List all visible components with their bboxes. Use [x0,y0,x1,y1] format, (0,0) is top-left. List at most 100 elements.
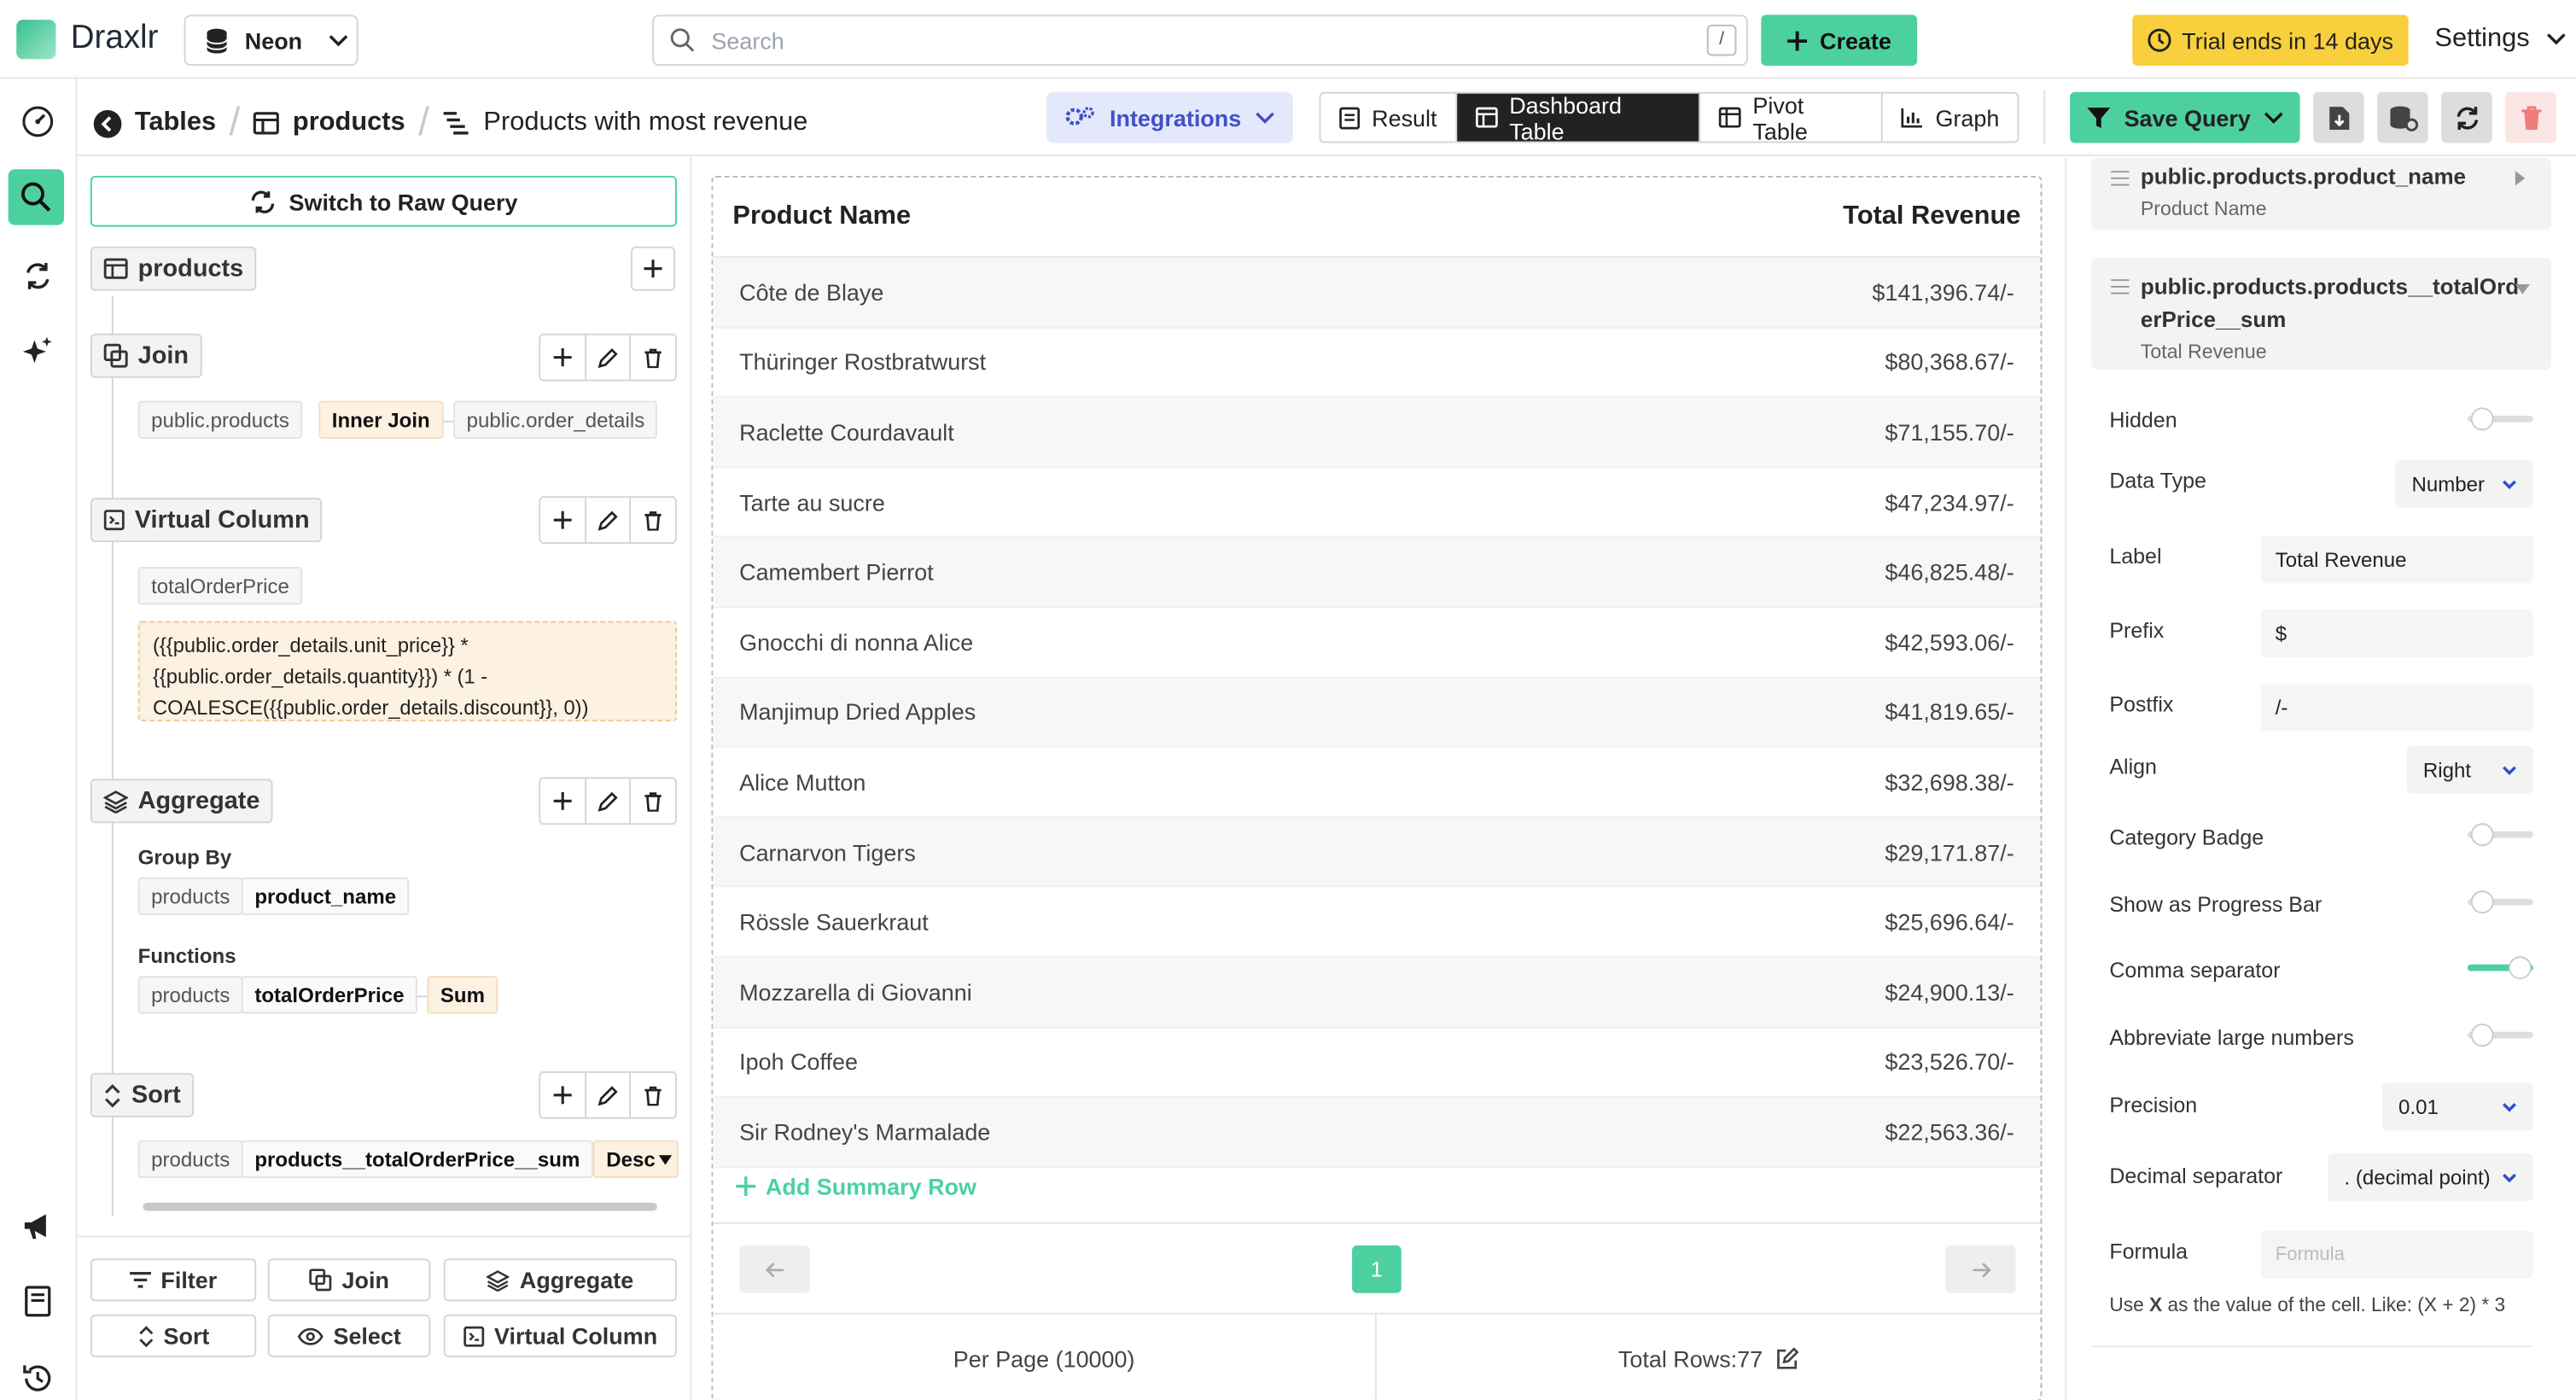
tab-pivot-table[interactable]: Pivot Table [1700,91,1883,143]
edit-pencil-icon[interactable] [586,335,632,380]
drag-handle-icon[interactable] [2111,279,2130,295]
prev-page-button[interactable] [739,1245,810,1293]
sync-icon[interactable] [15,253,61,299]
comma-separator-toggle[interactable] [2467,956,2533,980]
column-card-product-name[interactable]: public.products.product_name Product Nam… [2091,157,2552,230]
download-button[interactable] [2312,91,2364,143]
function-column[interactable]: totalOrderPrice [241,976,417,1014]
table-row[interactable]: Gnocchi di nonna Alice $42,593.06/- [713,608,2041,679]
add-filter-button[interactable]: Filter [90,1258,257,1302]
abbreviate-toggle[interactable] [2467,1024,2533,1047]
column-header-total-revenue[interactable]: Total Revenue [1843,202,2020,232]
data-type-select[interactable]: Number [2395,459,2533,508]
postfix-input[interactable]: /- [2260,683,2533,732]
delete-query-button[interactable] [2505,91,2556,143]
edit-pencil-icon[interactable] [586,498,632,543]
database-selector[interactable]: Neon [184,15,358,66]
settings-menu[interactable]: Settings [2434,25,2566,55]
add-step-button[interactable] [631,246,676,291]
add-virtual-column-button[interactable]: Virtual Column [443,1314,677,1357]
horizontal-scrollbar[interactable] [143,1202,657,1211]
history-icon[interactable] [15,1356,61,1400]
refresh-button[interactable] [2441,91,2492,143]
sort-direction[interactable]: Desc [592,1140,679,1179]
add-select-button[interactable]: Select [267,1314,431,1357]
aggregate-step[interactable]: Aggregate [90,779,273,824]
add-join-button[interactable]: Join [267,1258,431,1302]
virtual-column-step[interactable]: Virtual Column [90,498,323,543]
drag-handle-icon[interactable] [2111,171,2130,186]
prefix-input[interactable]: $ [2260,610,2533,657]
column-header-product-name[interactable]: Product Name [732,202,911,232]
trash-icon[interactable] [632,498,675,542]
align-select[interactable]: Right [2406,745,2533,794]
virtual-column-formula[interactable]: ({{public.order_details.unit_price}} * {… [137,621,677,721]
trash-icon[interactable] [632,779,675,823]
virtual-column-name[interactable]: totalOrderPrice [137,567,303,605]
column-card-total-revenue[interactable]: public.products.products__totalOrd erPri… [2091,258,2552,370]
group-by-column[interactable]: product_name [241,877,410,916]
progress-bar-toggle[interactable] [2467,890,2533,914]
per-page-selector[interactable]: Per Page (10000) [713,1314,1377,1400]
table-row[interactable]: Rössle Sauerkraut $25,696.64/- [713,888,2041,959]
tab-graph[interactable]: Graph [1883,94,2018,142]
formula-input[interactable]: Formula [2260,1230,2533,1279]
trash-icon[interactable] [632,1073,675,1117]
add-icon[interactable] [540,335,586,380]
trial-badge[interactable]: Trial ends in 14 days [2132,15,2409,66]
table-row[interactable]: Ipoh Coffee $23,526.70/- [713,1028,2041,1099]
add-sort-button[interactable]: Sort [90,1314,257,1357]
sort-step[interactable]: Sort [90,1072,195,1117]
edit-icon[interactable] [1776,1347,1799,1370]
query-search-icon[interactable] [8,169,65,225]
add-icon[interactable] [540,779,586,824]
join-right-table[interactable]: public.order_details [453,400,658,439]
table-row[interactable]: Manjimup Dried Apples $41,819.65/- [713,678,2041,749]
announcements-megaphone-icon[interactable] [15,1203,61,1249]
label-input[interactable]: Total Revenue [2260,535,2533,584]
table-row[interactable]: Thüringer Rostbratwurst $80,368.67/- [713,328,2041,399]
table-row[interactable]: Mozzarella di Giovanni $24,900.13/- [713,958,2041,1029]
function-table[interactable]: products [137,976,243,1014]
integrations-dropdown[interactable]: Integrations [1046,91,1293,143]
table-row[interactable]: Côte de Blaye $141,396.74/- [713,258,2041,329]
table-row[interactable]: Sir Rodney's Marmalade $22,563.36/- [713,1098,2041,1169]
sort-table[interactable]: products [137,1140,243,1179]
search-input[interactable]: Search / [652,15,1748,66]
breadcrumb-table[interactable]: products [293,108,405,138]
add-icon[interactable] [540,1072,586,1117]
table-row[interactable]: Tarte au sucre $47,234.97/- [713,468,2041,539]
breadcrumb-tables[interactable]: Tables [135,108,216,138]
group-by-table[interactable]: products [137,877,243,916]
function-type[interactable]: Sum [427,976,498,1014]
table-row[interactable]: Carnarvon Tigers $29,171.87/- [713,818,2041,889]
docs-book-icon[interactable] [15,1278,61,1324]
join-left-table[interactable]: public.products [137,400,303,439]
save-query-button[interactable]: Save Query [2070,91,2300,143]
edit-pencil-icon[interactable] [586,779,632,824]
tab-result[interactable]: Result [1320,93,1457,142]
brand-name[interactable]: Draxlr [71,20,159,57]
breadcrumb-query-name[interactable]: Products with most revenue [483,108,807,138]
database-settings-button[interactable] [2377,91,2428,143]
precision-select[interactable]: 0.01 [2381,1082,2533,1131]
tab-dashboard-table[interactable]: Dashboard Table [1456,91,1700,143]
next-page-button[interactable] [1944,1245,2016,1293]
hidden-toggle[interactable] [2467,407,2533,431]
add-aggregate-button[interactable]: Aggregate [443,1258,677,1302]
dashboard-gauge-icon[interactable] [15,98,61,144]
decimal-separator-select[interactable]: . (decimal point) [2328,1153,2533,1201]
join-step[interactable]: Join [90,333,202,378]
sort-column[interactable]: products__totalOrderPrice__sum [241,1140,593,1179]
switch-to-raw-query-button[interactable]: Switch to Raw Query [90,175,677,227]
create-button[interactable]: Create [1761,15,1918,66]
page-number-button[interactable]: 1 [1352,1245,1402,1293]
trash-icon[interactable] [632,335,675,380]
table-row[interactable]: Alice Mutton $32,698.38/- [713,748,2041,819]
join-type[interactable]: Inner Join [318,400,444,439]
ai-sparkle-icon[interactable] [15,329,61,375]
edit-pencil-icon[interactable] [586,1072,632,1117]
base-table-step[interactable]: products [90,246,257,291]
add-summary-row-button[interactable]: Add Summary Row [736,1173,976,1199]
table-row[interactable]: Camembert Pierrot $46,825.48/- [713,538,2041,609]
